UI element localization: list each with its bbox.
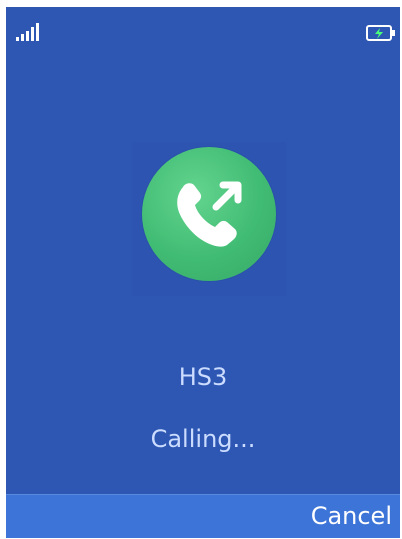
outgoing-call-icon [177,181,242,247]
call-status: Calling... [150,425,256,453]
phone-screen: HS3 Calling... Cancel [6,7,400,538]
signal-strength-icon [16,23,39,41]
softkey-bar: Cancel [6,494,400,538]
call-circle [142,147,276,281]
contact-name: HS3 [178,363,228,391]
battery-charging-icon [366,25,395,41]
status-bar [6,7,400,47]
cancel-softkey[interactable]: Cancel [311,501,392,531]
call-animation-area [132,142,286,296]
